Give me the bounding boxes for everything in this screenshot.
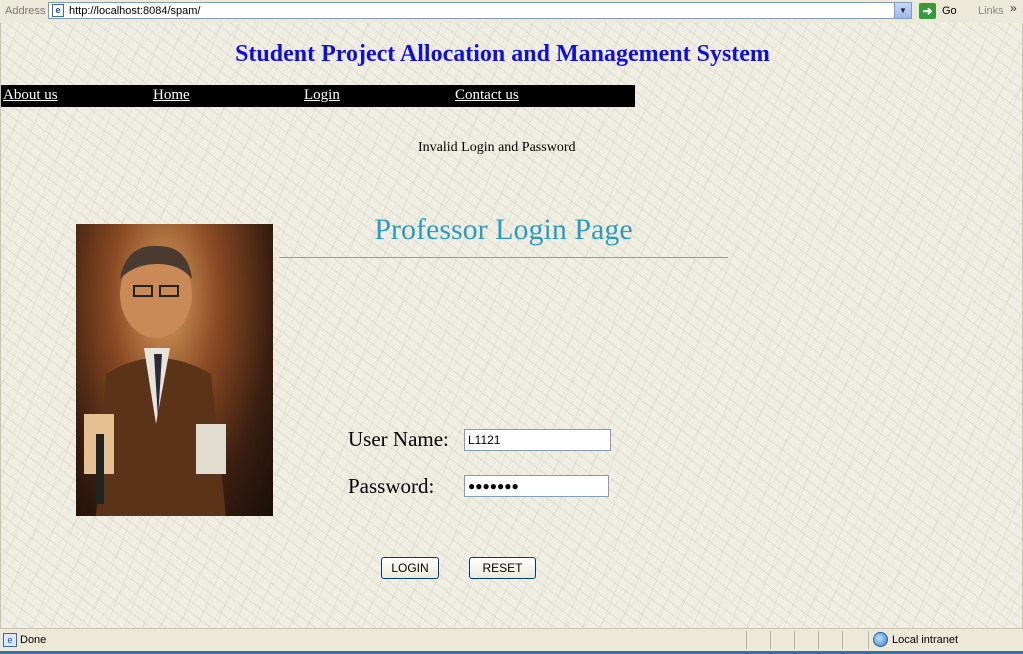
globe-icon (873, 632, 888, 647)
zone-text: Local intranet (892, 634, 959, 646)
nav-home[interactable]: Home (153, 87, 190, 104)
address-url[interactable]: http://localhost:8084/spam/ (69, 5, 200, 17)
password-input[interactable] (464, 475, 609, 497)
status-divider (842, 631, 843, 649)
professor-photo (76, 224, 273, 516)
go-arrow-icon[interactable]: ➜ (919, 3, 936, 19)
address-bar: Address e http://localhost:8084/spam/ ▼ … (0, 0, 1023, 24)
site-title: Student Project Allocation and Managemen… (235, 41, 770, 67)
links-label[interactable]: Links (978, 5, 1004, 17)
username-label: User Name: (348, 427, 449, 451)
error-message: Invalid Login and Password (418, 140, 576, 155)
chevron-right-icon[interactable]: » (1010, 1, 1017, 15)
page-heading: Professor Login Page (374, 213, 633, 246)
nav-contact-us[interactable]: Contact us (455, 87, 519, 104)
login-button[interactable]: LOGIN (381, 557, 439, 579)
nav-login[interactable]: Login (304, 87, 340, 104)
status-bar: e Done Local intranet (0, 628, 1023, 654)
address-label: Address (5, 5, 46, 17)
status-text: Done (20, 634, 47, 646)
status-divider (794, 631, 795, 649)
username-input[interactable] (464, 429, 611, 451)
password-label: Password: (348, 474, 435, 498)
address-input[interactable]: e http://localhost:8084/spam/ ▼ (48, 2, 912, 19)
address-dropdown-icon[interactable]: ▼ (894, 3, 911, 18)
heading-divider (279, 257, 728, 258)
status-divider (746, 631, 747, 649)
status-divider (770, 631, 771, 649)
status-divider (868, 631, 869, 649)
page-done-icon: e (3, 633, 17, 647)
status-divider (818, 631, 819, 649)
nav-about-us[interactable]: About us (3, 87, 58, 104)
page-content: Student Project Allocation and Managemen… (0, 23, 1023, 628)
page-icon: e (52, 4, 64, 17)
nav-bar: About us Home Login Contact us (1, 85, 635, 107)
go-label[interactable]: Go (942, 5, 957, 17)
reset-button[interactable]: RESET (469, 557, 536, 579)
